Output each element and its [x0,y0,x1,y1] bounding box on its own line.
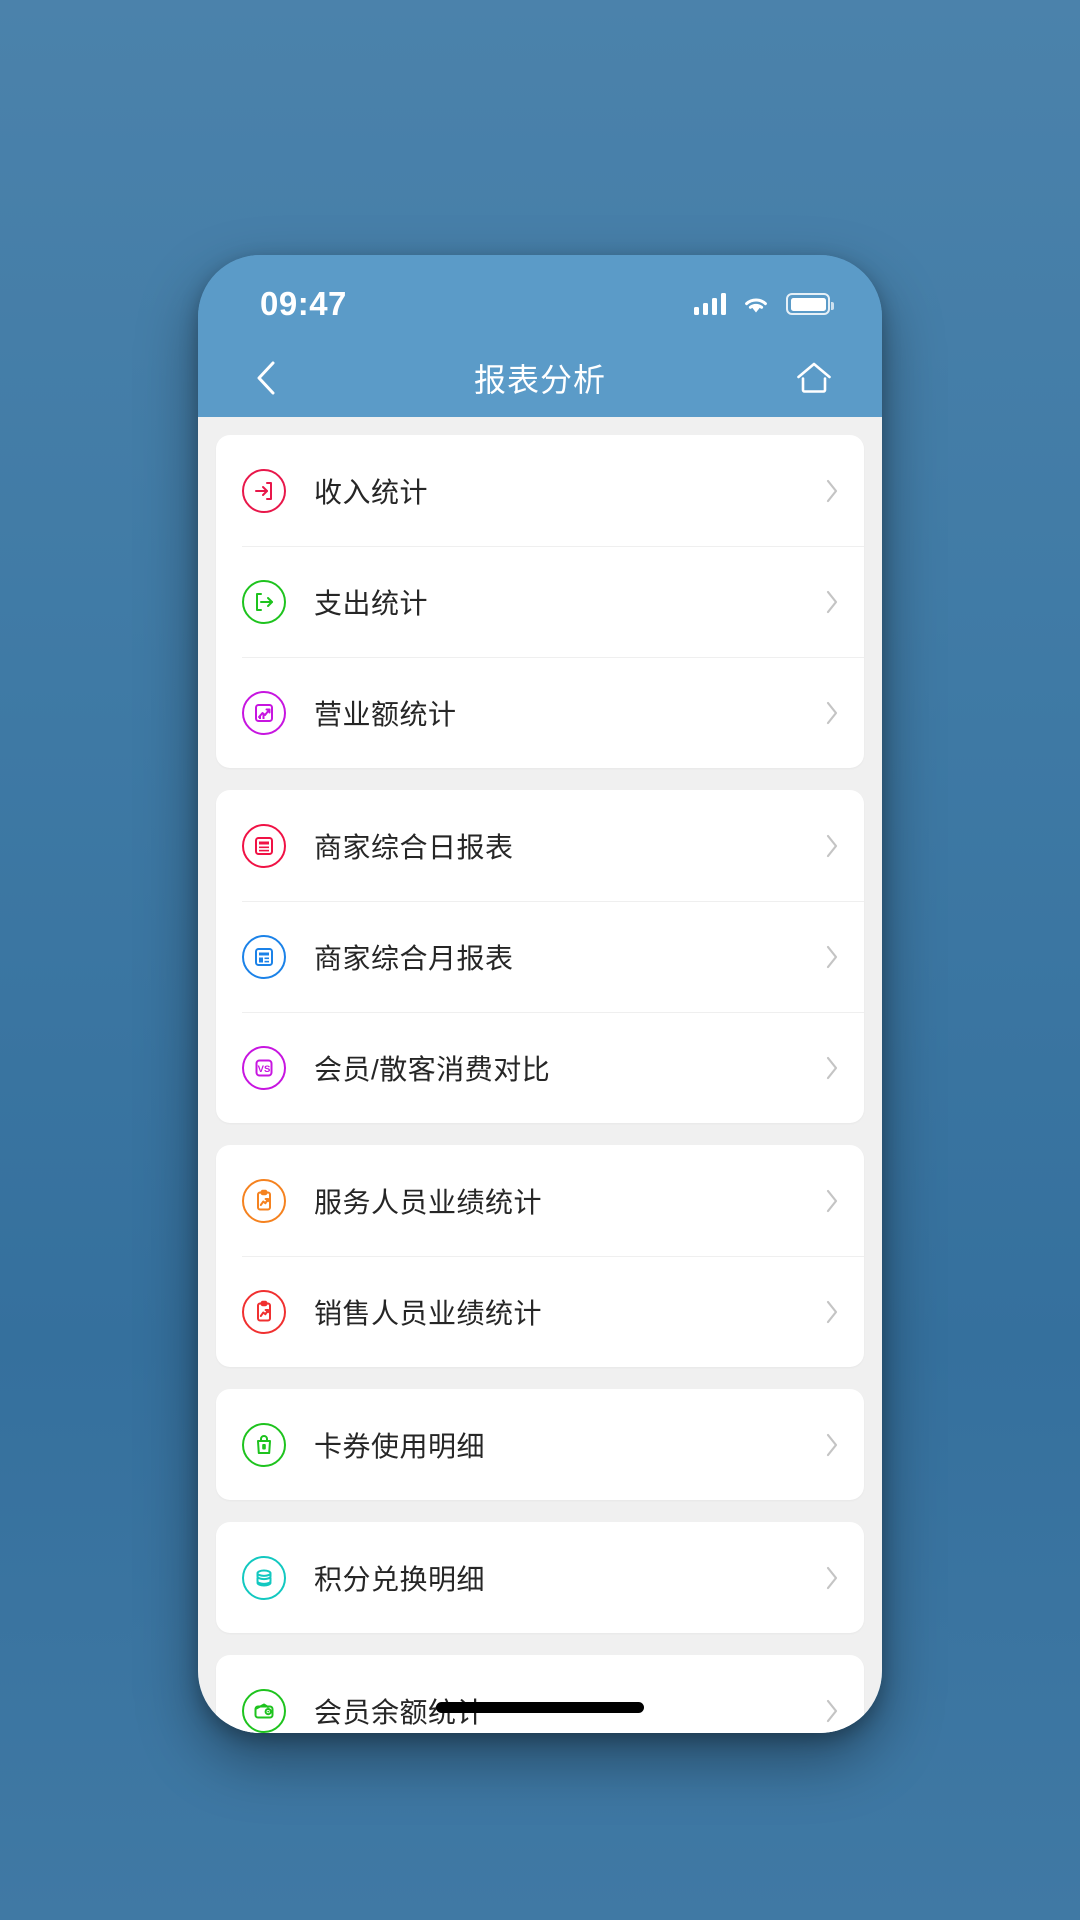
chevron-right-icon [826,1566,838,1589]
chevron-right-icon [826,1300,838,1323]
report-group: 收入统计支出统计营业额统计 [216,435,864,768]
status-bar-clock: 09:47 [260,285,347,322]
report-item-row[interactable]: 收入统计 [216,435,864,546]
phone-frame: 09:47 报表分析 收入统计 支出统计 营业额统计 商家综合日报表 商家综合月报 [198,255,882,1733]
report-item-label: 商家综合日报表 [314,831,514,863]
report-group: 卡券使用明细 [216,1389,864,1500]
versus-compare-icon: VS [242,1045,286,1090]
report-item-row[interactable]: 卡券使用明细 [216,1389,864,1500]
report-group: 会员余额统计会员余次统计会员积分统计 [216,1655,864,1733]
home-indicator [436,1702,644,1713]
chevron-right-icon [826,1189,838,1212]
report-item-label: 商家综合月报表 [314,942,514,974]
chevron-right-icon [826,590,838,613]
coupon-bag-icon [242,1422,286,1467]
chevron-right-icon [826,834,838,857]
chevron-left-icon [257,361,275,395]
trending-chart-icon [242,690,286,735]
report-item-label: 会员/散客消费对比 [314,1053,551,1085]
report-item-row[interactable]: 积分兑换明细 [216,1522,864,1633]
arrow-out-door-icon [242,579,286,624]
cellular-signal-icon [693,293,726,315]
wallet-balance-icon [242,1688,286,1733]
battery-icon [786,293,834,315]
nav-bar: 报表分析 [198,339,882,417]
report-item-row[interactable]: 销售人员业绩统计 [216,1256,864,1367]
report-item-label: 收入统计 [314,476,429,508]
chevron-right-icon [826,479,838,502]
report-item-row[interactable]: VS 会员/散客消费对比 [216,1012,864,1123]
report-group: 服务人员业绩统计 销售人员业绩统计 [216,1145,864,1367]
report-item-label: 支出统计 [314,587,429,619]
chevron-right-icon [826,1056,838,1079]
report-item-label: 营业额统计 [314,698,457,730]
sales-staff-performance-icon [242,1289,286,1334]
svg-text:VS: VS [258,1064,271,1075]
chevron-right-icon [826,1433,838,1456]
page-title: 报表分析 [473,362,606,398]
report-item-row[interactable]: 营业额统计 [216,657,864,768]
daily-report-icon [242,823,286,868]
report-group: 积分兑换明细 [216,1522,864,1633]
report-item-label: 销售人员业绩统计 [314,1297,543,1329]
chevron-right-icon [826,701,838,724]
report-item-row[interactable]: 会员余额统计 [216,1655,864,1733]
report-list[interactable]: 收入统计 支出统计 营业额统计 商家综合日报表 商家综合月报表 VS 会员/散客消费对比 服务… [198,417,882,1733]
monthly-report-icon [242,934,286,979]
report-item-label: 卡券使用明细 [314,1430,486,1462]
report-item-row[interactable]: 支出统计 [216,546,864,657]
points-coins-icon [242,1555,286,1600]
service-staff-performance-icon [242,1178,286,1223]
chevron-right-icon [826,945,838,968]
status-bar-indicators [693,293,834,315]
chevron-right-icon [826,1699,838,1722]
home-button[interactable] [784,348,844,408]
home-icon [797,362,831,393]
status-bar: 09:47 [198,255,882,339]
arrow-into-door-icon [242,468,286,513]
report-item-row[interactable]: 商家综合日报表 [216,790,864,901]
report-item-row[interactable]: 商家综合月报表 [216,901,864,1012]
report-item-label: 积分兑换明细 [314,1563,486,1595]
report-group: 商家综合日报表 商家综合月报表 VS 会员/散客消费对比 [216,790,864,1123]
report-item-label: 服务人员业绩统计 [314,1186,543,1218]
report-item-row[interactable]: 服务人员业绩统计 [216,1145,864,1256]
wifi-icon [745,298,767,313]
back-button[interactable] [236,348,296,408]
